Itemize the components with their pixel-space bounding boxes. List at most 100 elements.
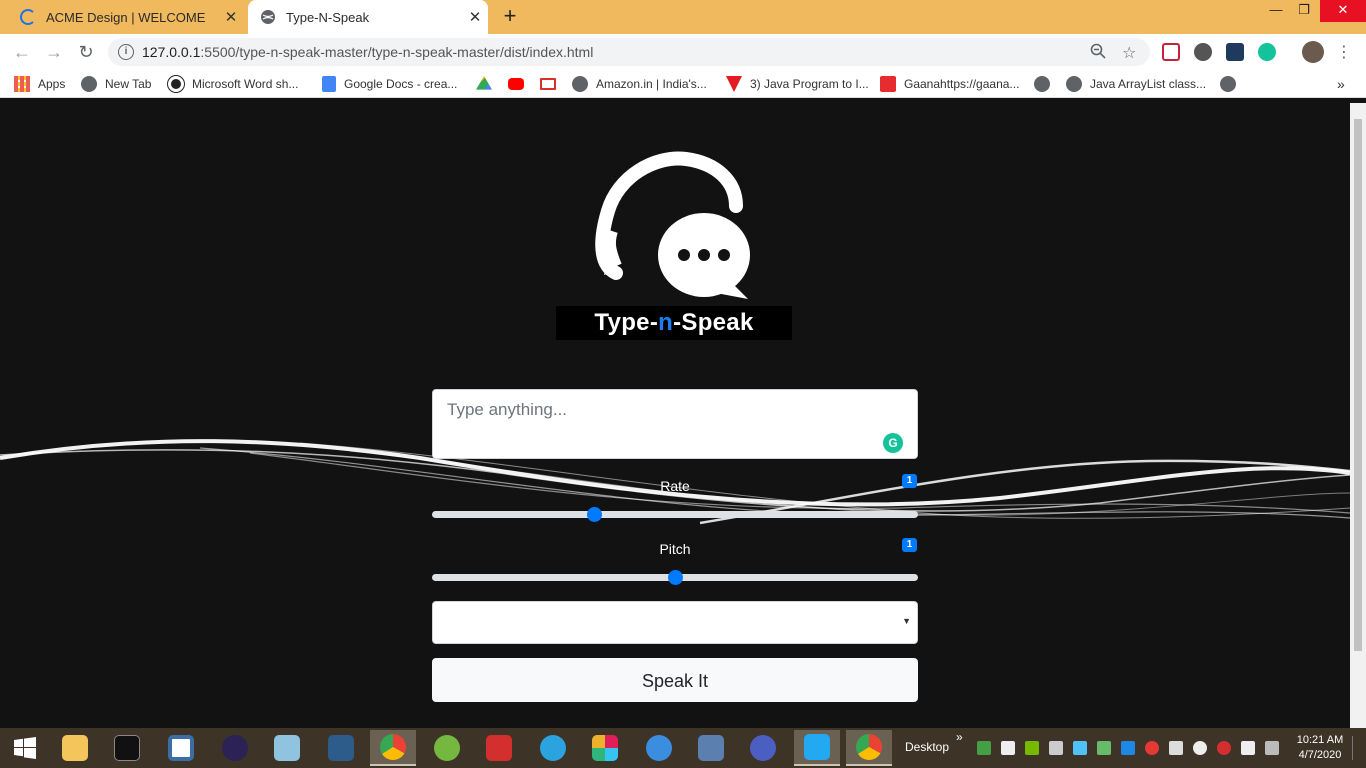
brand-part: -Speak xyxy=(673,309,754,336)
tab-title: Type-N-Speak xyxy=(286,9,370,25)
globe-icon xyxy=(1220,76,1236,92)
voice-select[interactable]: ▼ xyxy=(432,601,918,644)
docs-icon xyxy=(322,76,336,92)
site-info-icon[interactable]: i xyxy=(118,44,134,60)
menu-kebab-icon[interactable]: ⋮ xyxy=(1336,42,1352,62)
loading-spinner-icon xyxy=(20,9,36,25)
grammarly-icon[interactable]: G xyxy=(883,433,903,453)
extension-icon[interactable] xyxy=(1226,43,1244,61)
downloader-icon[interactable] xyxy=(476,730,522,766)
pitch-value-badge: 1 xyxy=(902,538,917,552)
mysql-workbench-icon[interactable] xyxy=(318,730,364,766)
browser-app-icon[interactable] xyxy=(740,730,786,766)
bookmark-label: Microsoft Word sh... xyxy=(192,77,299,91)
tray-chevron-icon[interactable]: » xyxy=(956,730,963,744)
window-close-button[interactable]: ✕ xyxy=(1320,0,1366,22)
clock-alert-tray-icon[interactable] xyxy=(1217,741,1231,755)
bookmark-youtube[interactable] xyxy=(508,75,532,93)
notepad-icon[interactable] xyxy=(264,730,310,766)
windows-start-icon[interactable] xyxy=(2,730,48,766)
pocket-extension-icon[interactable] xyxy=(1162,43,1180,61)
profile-avatar[interactable] xyxy=(1302,41,1324,63)
url-text[interactable]: 127.0.0.1:5500/type-n-speak-master/type-… xyxy=(142,44,593,60)
back-arrow-icon[interactable]: ← xyxy=(10,40,34,64)
speech-text-input[interactable] xyxy=(432,389,918,459)
bookmark-drive[interactable] xyxy=(476,75,500,93)
eclipse-icon[interactable] xyxy=(212,730,258,766)
folder-icon xyxy=(62,735,88,761)
more-bookmarks-button[interactable]: » xyxy=(1337,75,1345,93)
bookmark-google-docs[interactable]: Google Docs - crea... xyxy=(322,75,457,93)
rate-label: Rate xyxy=(660,478,690,494)
wifi-tray-icon[interactable] xyxy=(1265,741,1279,755)
bluetooth-tray-icon[interactable] xyxy=(1073,741,1087,755)
sync-tray-icon[interactable] xyxy=(1121,741,1135,755)
rate-slider-thumb[interactable] xyxy=(586,507,602,522)
page-scrollbar[interactable] xyxy=(1350,103,1366,728)
command-prompt-icon[interactable] xyxy=(104,730,150,766)
remote-desktop-icon[interactable] xyxy=(688,730,734,766)
close-tab-icon[interactable]: ✕ xyxy=(462,8,488,26)
share-app-icon[interactable] xyxy=(636,730,682,766)
dark-mode-extension-icon[interactable] xyxy=(1194,43,1212,61)
new-tab-button[interactable]: + xyxy=(498,4,522,28)
rate-slider[interactable] xyxy=(432,507,918,522)
volume-tray-icon[interactable] xyxy=(1241,741,1255,755)
grammarly-extension-icon[interactable] xyxy=(1258,43,1276,61)
reload-icon[interactable]: ↻ xyxy=(74,40,98,64)
bracket-editor-icon[interactable] xyxy=(158,730,204,766)
forward-arrow-icon[interactable]: → xyxy=(42,40,66,64)
vscode-icon[interactable] xyxy=(794,730,840,766)
utorrent-logo-icon xyxy=(434,735,460,761)
tab-acme-design[interactable]: ACME Design | WELCOME ✕ xyxy=(8,0,244,34)
phone-tray-icon[interactable] xyxy=(1001,741,1015,755)
planet-icon xyxy=(750,735,776,761)
signal-tray-icon[interactable] xyxy=(1169,741,1183,755)
bookmark-new-tab[interactable]: New Tab xyxy=(81,75,151,93)
bookmark-apps[interactable]: Apps xyxy=(14,75,65,93)
cloud-tray-icon[interactable] xyxy=(1193,741,1207,755)
bookmark-gmail[interactable] xyxy=(540,75,564,93)
address-bar[interactable]: i 127.0.0.1:5500/type-n-speak-master/typ… xyxy=(108,38,1150,66)
close-tab-icon[interactable]: ✕ xyxy=(218,8,244,26)
bookmark-label: Gaanahttps://gaana... xyxy=(904,77,1020,91)
nvidia-tray-icon[interactable] xyxy=(1025,741,1039,755)
bookmark-gaana[interactable]: Gaanahttps://gaana... xyxy=(880,75,1019,93)
windows-logo-icon xyxy=(14,737,36,759)
shield-tray-icon[interactable] xyxy=(977,741,991,755)
bookmark-java-program[interactable]: 3) Java Program to I... xyxy=(726,75,869,93)
system-clock[interactable]: 10:21 AM 4/7/2020 xyxy=(1292,733,1348,763)
slack-icon[interactable] xyxy=(582,730,628,766)
bookmark-amazon[interactable]: Amazon.in | India's... xyxy=(572,75,707,93)
bookmark-java-arraylist[interactable]: Java ArrayList class... xyxy=(1066,75,1206,93)
network-off-tray-icon[interactable] xyxy=(1049,741,1063,755)
telegram-logo-icon xyxy=(540,735,566,761)
bookmark-star-icon[interactable]: ☆ xyxy=(1122,43,1136,63)
app-page: Type-n-Speak G Rate 1 Pitch 1 ▼ Speak It xyxy=(0,103,1350,728)
desktop-toolbar-label[interactable]: Desktop xyxy=(905,740,949,754)
bookmark-globe-2[interactable] xyxy=(1220,75,1244,93)
pitch-slider[interactable] xyxy=(432,570,918,585)
url-host: 127.0.0.1 xyxy=(142,44,201,60)
pitch-slider-thumb[interactable] xyxy=(668,570,683,585)
globe-icon xyxy=(572,76,588,92)
utorrent-icon[interactable] xyxy=(424,730,470,766)
file-explorer-icon[interactable] xyxy=(52,730,98,766)
monitor-icon xyxy=(698,735,724,761)
apps-grid-icon xyxy=(14,76,30,92)
bookmark-globe[interactable] xyxy=(1034,75,1058,93)
show-desktop-button[interactable] xyxy=(1352,736,1362,760)
app-tray-icon[interactable] xyxy=(1097,741,1111,755)
speak-it-button[interactable]: Speak It xyxy=(432,658,918,702)
rate-value-badge: 1 xyxy=(902,474,917,488)
zoom-icon[interactable] xyxy=(1090,43,1106,59)
telegram-icon[interactable] xyxy=(530,730,576,766)
tab-type-n-speak[interactable]: Type-N-Speak ✕ xyxy=(248,0,488,34)
chrome-taskbar-icon[interactable] xyxy=(370,730,416,766)
restore-button[interactable]: ❐ xyxy=(1284,0,1324,22)
antivirus-tray-icon[interactable] xyxy=(1145,741,1159,755)
scrollbar-thumb[interactable] xyxy=(1354,119,1362,651)
bookmark-microsoft-word[interactable]: Microsoft Word sh... xyxy=(168,75,298,93)
chrome-window-icon[interactable] xyxy=(846,730,892,766)
word-icon xyxy=(168,76,184,92)
